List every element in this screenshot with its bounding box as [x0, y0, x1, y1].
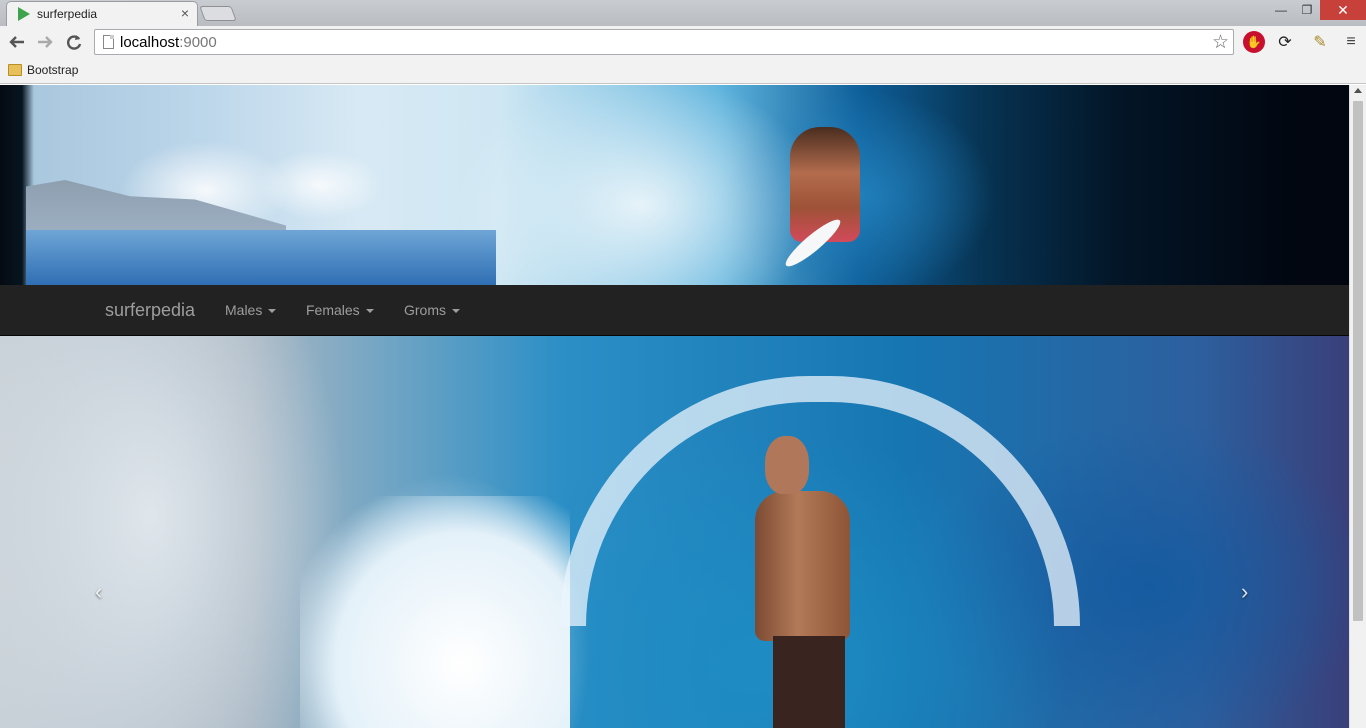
new-tab-button[interactable]: [199, 6, 237, 21]
folder-icon: [8, 64, 22, 76]
navbar-brand[interactable]: surferpedia: [105, 300, 195, 321]
nav-item-males[interactable]: Males: [225, 302, 277, 318]
page-viewport: surferpedia Males Females Groms ‹ ›: [0, 85, 1349, 728]
nav-item-females[interactable]: Females: [306, 302, 374, 318]
hamburger-menu-icon[interactable]: ≡: [1340, 31, 1362, 53]
tab-title: surferpedia: [37, 7, 98, 21]
surfer-head: [765, 436, 809, 494]
carousel-next-icon[interactable]: ›: [1241, 579, 1248, 605]
banner-sea: [26, 230, 496, 285]
surfer-torso: [755, 491, 850, 641]
minimize-icon[interactable]: —: [1268, 0, 1294, 20]
caret-down-icon: [268, 309, 277, 313]
eyedropper-extension-icon[interactable]: ✎: [1309, 31, 1331, 53]
window-controls: — ❐ ✕: [1268, 0, 1366, 20]
scroll-up-icon[interactable]: [1354, 88, 1362, 93]
browser-tab[interactable]: surferpedia ×: [6, 1, 198, 26]
browser-titlebar: surferpedia × — ❐ ✕: [0, 0, 1366, 26]
carousel-prev-icon[interactable]: ‹: [95, 579, 102, 605]
carousel: ‹ ›: [0, 336, 1349, 728]
caret-down-icon: [365, 309, 374, 313]
sync-extension-icon[interactable]: ⟳: [1274, 31, 1296, 53]
reload-icon[interactable]: [62, 30, 86, 54]
play-favicon-icon: [18, 7, 30, 21]
url-text[interactable]: localhost:9000: [120, 34, 217, 51]
page-icon: [103, 35, 114, 49]
carousel-foam: [300, 496, 570, 728]
nav-item-groms[interactable]: Groms: [404, 302, 460, 318]
carousel-surfer: [755, 436, 855, 728]
bookmark-bootstrap[interactable]: Bootstrap: [27, 63, 78, 77]
header-banner-image: [0, 85, 1349, 285]
browser-toolbar: localhost:9000 ☆ ✋ ⟳ ✎ ≡: [0, 26, 1366, 59]
bookmark-star-icon[interactable]: ☆: [1212, 31, 1229, 54]
forward-arrow-icon[interactable]: [33, 30, 57, 54]
address-bar[interactable]: localhost:9000 ☆: [94, 29, 1234, 55]
tab-close-icon[interactable]: ×: [181, 5, 189, 21]
stop-extension-icon[interactable]: ✋: [1243, 31, 1265, 53]
navbar: surferpedia Males Females Groms: [0, 285, 1349, 336]
surfer-shorts: [773, 636, 845, 728]
caret-down-icon: [452, 309, 460, 313]
page-scrollbar[interactable]: [1349, 85, 1366, 728]
restore-icon[interactable]: ❐: [1294, 0, 1320, 20]
bookmarks-bar: Bootstrap: [0, 59, 1366, 84]
scroll-thumb[interactable]: [1353, 101, 1363, 621]
back-arrow-icon[interactable]: [5, 30, 29, 54]
window-close-icon[interactable]: ✕: [1320, 0, 1366, 20]
